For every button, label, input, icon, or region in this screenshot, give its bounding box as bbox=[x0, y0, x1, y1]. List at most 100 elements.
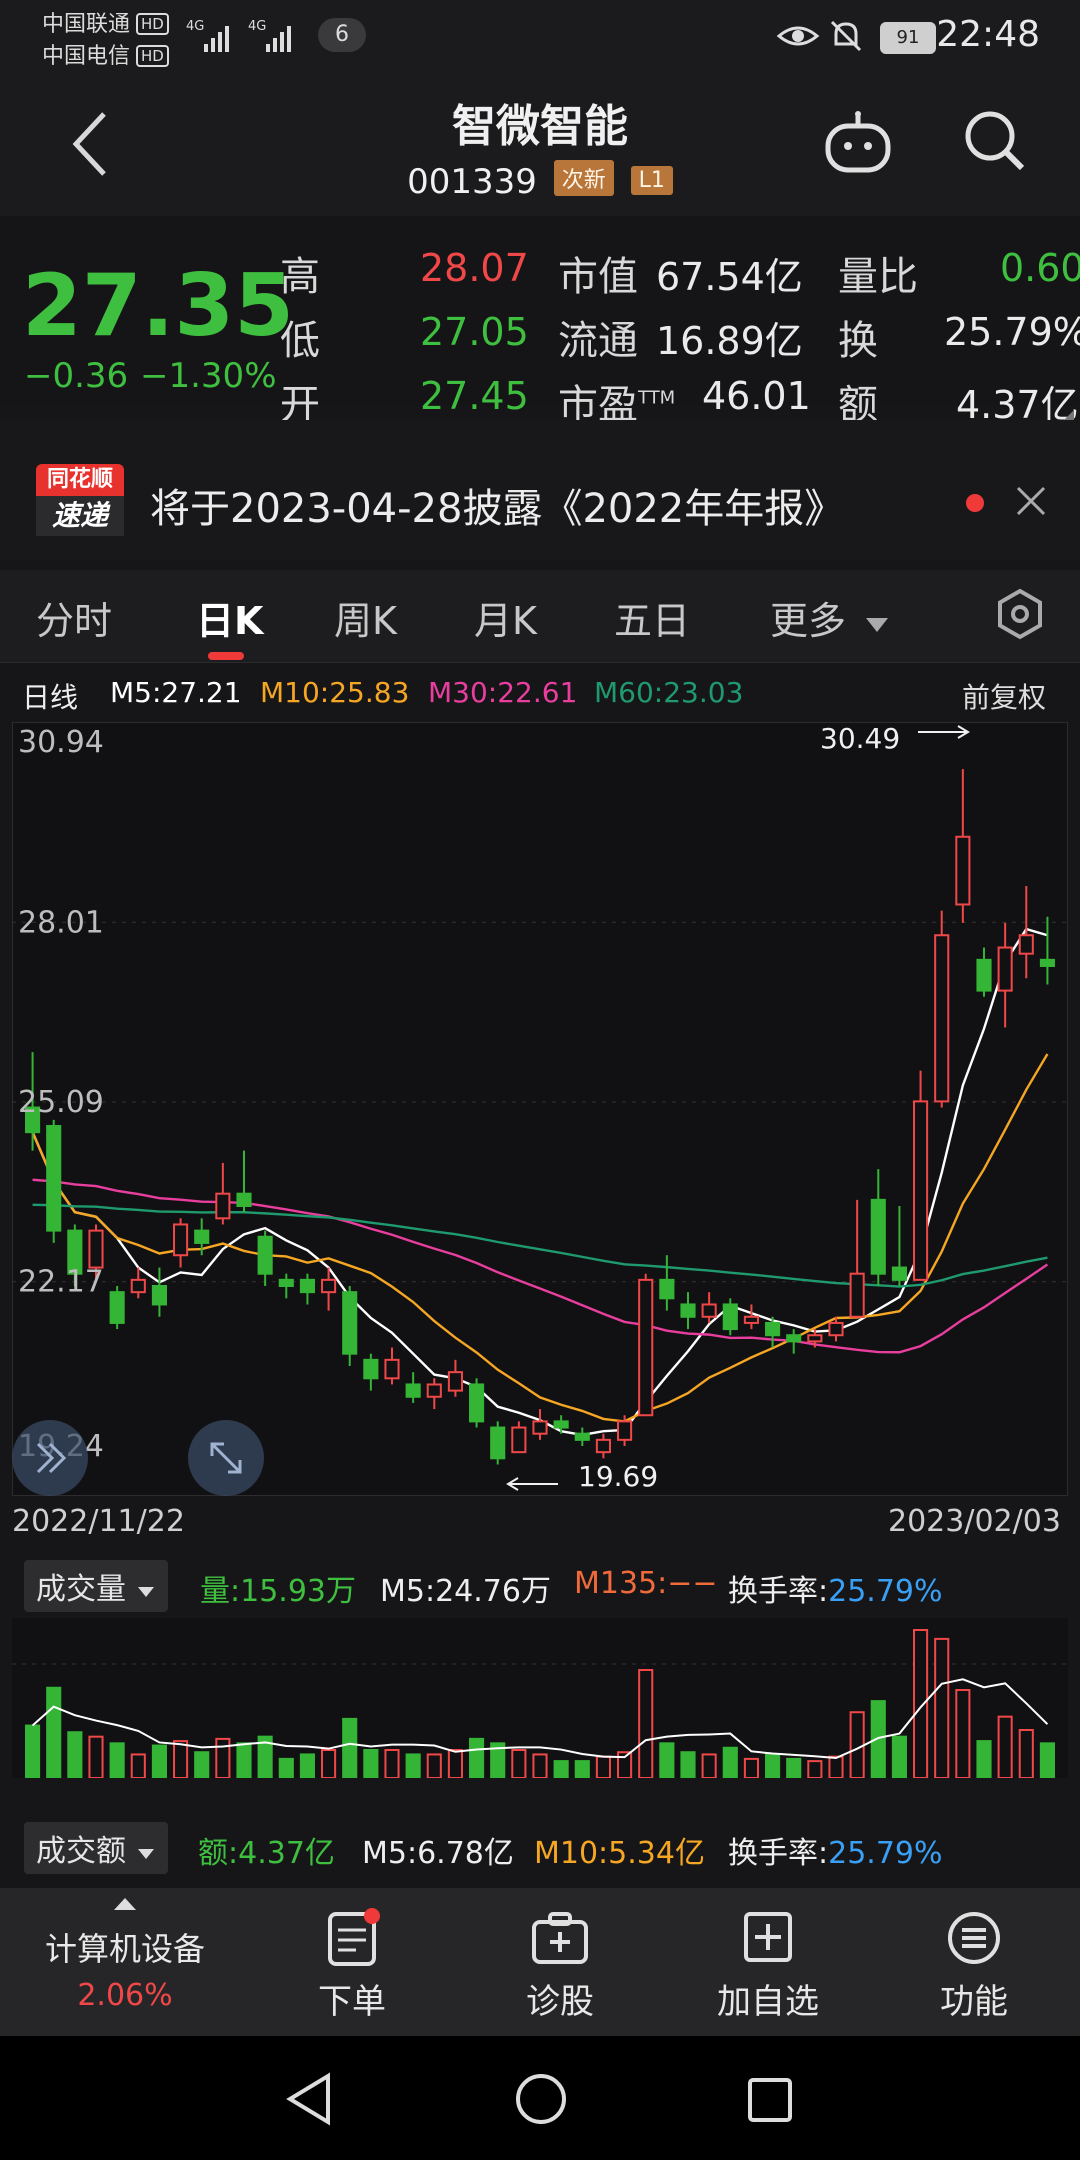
y-tick-label: 28.01 bbox=[18, 905, 104, 940]
add-watchlist-button[interactable]: 加自选 bbox=[678, 1908, 858, 2023]
amount-legend: 成交额 额:4.37亿 M5:6.78亿 M10:5.34亿 换手率:25.79… bbox=[0, 1822, 1080, 1874]
volume-bar bbox=[384, 1749, 400, 1778]
float-value: 16.89亿 bbox=[656, 319, 803, 363]
volume-bar bbox=[955, 1689, 971, 1778]
stock-header: 智微智能 001339 次新 L1 bbox=[0, 72, 1080, 216]
volume-bar bbox=[997, 1715, 1013, 1778]
volume-bar bbox=[659, 1742, 675, 1778]
robot-assistant-icon[interactable] bbox=[822, 110, 894, 180]
nav-recents-icon[interactable] bbox=[746, 2076, 794, 2128]
price-change: −0.36 bbox=[24, 356, 129, 396]
fullscreen-icon[interactable] bbox=[188, 1420, 264, 1496]
chevron-down-icon bbox=[137, 1849, 154, 1859]
carrier-1: 中国联通 HD bbox=[42, 6, 169, 38]
volume-bar bbox=[299, 1753, 315, 1778]
amount-indicator-select[interactable]: 成交额 bbox=[24, 1822, 168, 1874]
ma-legend: 日线 M5:27.21 M10:25.83 M30:22.61 M60:23.0… bbox=[0, 668, 1080, 720]
candle bbox=[722, 1298, 738, 1336]
volume-bar bbox=[638, 1669, 654, 1778]
stock-code: 001339 bbox=[407, 162, 537, 202]
volume-indicator-select[interactable]: 成交量 bbox=[24, 1560, 168, 1612]
active-tab-indicator bbox=[208, 652, 244, 660]
collapse-indicator-icon[interactable] bbox=[12, 1420, 88, 1496]
volume-bar bbox=[447, 1749, 463, 1778]
ma30-value: M30:22.61 bbox=[428, 676, 578, 709]
price-change-pct: −1.30% bbox=[140, 356, 277, 396]
chart-settings-icon[interactable] bbox=[994, 588, 1046, 644]
tab-weekly-k[interactable]: 周K bbox=[334, 590, 397, 645]
candlestick-chart[interactable]: 30.9428.0125.0922.1719.24 30.49 19.69 bbox=[12, 722, 1068, 1496]
volume-ma135: M135:−− bbox=[574, 1566, 718, 1601]
new-listing-tag: 次新 bbox=[553, 160, 614, 196]
volume-bar bbox=[680, 1751, 696, 1778]
adjust-mode[interactable]: 前复权 bbox=[962, 676, 1046, 716]
status-time: 22:48 bbox=[936, 14, 1040, 55]
high-value: 28.07 bbox=[420, 246, 529, 290]
tab-five-day[interactable]: 五日 bbox=[614, 590, 690, 645]
volume-bar bbox=[46, 1686, 62, 1778]
tab-daily-k[interactable]: 日K bbox=[196, 590, 263, 645]
signal-icon: 4G 4G bbox=[186, 16, 306, 60]
nav-home-icon[interactable] bbox=[514, 2072, 568, 2130]
amount-ma5: M5:6.78亿 bbox=[362, 1836, 514, 1871]
tab-more[interactable]: 更多 bbox=[770, 590, 890, 645]
volume-bar bbox=[701, 1753, 717, 1778]
volume-bar bbox=[130, 1753, 146, 1778]
float-label: 流通 bbox=[558, 318, 638, 364]
volume-chart[interactable] bbox=[12, 1618, 1068, 1778]
nav-back-icon[interactable] bbox=[284, 2072, 334, 2130]
volume-bar bbox=[194, 1751, 210, 1778]
order-icon bbox=[328, 1908, 380, 1966]
ma60-value: M60:23.03 bbox=[594, 676, 744, 709]
carrier-2: 中国电信 HD bbox=[42, 38, 169, 70]
turnover-value: 25.79% bbox=[944, 310, 1080, 354]
start-date: 2022/11/22 bbox=[12, 1504, 185, 1539]
order-button[interactable]: 下单 bbox=[262, 1908, 442, 2023]
stock-code-row: 001339 次新 L1 bbox=[0, 160, 1080, 202]
volume-value: 量:15.93万 bbox=[200, 1574, 356, 1609]
ma5-value: M5:27.21 bbox=[110, 676, 242, 709]
diagnose-button[interactable]: 诊股 bbox=[470, 1908, 650, 2023]
volume-bar bbox=[511, 1749, 527, 1778]
svg-text:4G: 4G bbox=[186, 19, 204, 34]
turnover-label: 换 bbox=[838, 318, 878, 364]
volume-bar bbox=[236, 1742, 252, 1778]
industry-name[interactable]: 计算机设备 bbox=[20, 1924, 230, 1970]
tab-intraday[interactable]: 分时 bbox=[36, 590, 112, 645]
chevron-down-icon bbox=[137, 1587, 154, 1597]
news-banner[interactable]: 同花顺 速递 将于2023-04-28披露《2022年年报》 bbox=[0, 420, 1080, 560]
quote-panel: 27.35 −0.36 −1.30% 高 28.07 低 27.05 开 27.… bbox=[0, 216, 1080, 428]
svg-text:4G: 4G bbox=[248, 19, 266, 34]
battery-icon: 91 bbox=[880, 22, 936, 54]
eye-icon bbox=[776, 18, 820, 58]
ma10-value: M10:25.83 bbox=[260, 676, 410, 709]
plus-square-icon bbox=[744, 1912, 792, 1962]
volume-bar bbox=[743, 1757, 759, 1778]
status-bar: 中国联通 HD 中国电信 HD 4G 4G 6 91 22:48 bbox=[0, 0, 1080, 72]
candle bbox=[342, 1286, 358, 1366]
period-kind: 日线 bbox=[22, 681, 79, 714]
unread-dot bbox=[966, 494, 984, 512]
functions-button[interactable]: 功能 bbox=[884, 1908, 1064, 2023]
close-icon[interactable] bbox=[1014, 484, 1048, 522]
volume-bar bbox=[828, 1755, 844, 1778]
volume-bar bbox=[405, 1753, 421, 1778]
volume-bar bbox=[849, 1711, 865, 1778]
min-price-label: 19.69 bbox=[578, 1460, 658, 1493]
mcap-label: 市值 bbox=[558, 254, 638, 300]
volume-bar bbox=[25, 1724, 41, 1778]
candle bbox=[46, 1119, 62, 1243]
volume-bar bbox=[109, 1742, 125, 1778]
pe-value: 46.01 bbox=[702, 374, 811, 418]
expand-up-icon[interactable] bbox=[112, 1896, 138, 1916]
mute-bell-icon bbox=[826, 16, 866, 60]
volume-bar bbox=[976, 1740, 992, 1778]
search-icon[interactable] bbox=[962, 108, 1028, 178]
max-price-label: 30.49 bbox=[820, 722, 900, 755]
amount-ma10: M10:5.34亿 bbox=[534, 1836, 705, 1871]
tab-monthly-k[interactable]: 月K bbox=[474, 590, 537, 645]
volume-ma5: M5:24.76万 bbox=[380, 1574, 551, 1609]
y-tick-label: 25.09 bbox=[18, 1085, 104, 1120]
candle bbox=[913, 1070, 929, 1281]
low-label: 低 bbox=[280, 318, 320, 364]
